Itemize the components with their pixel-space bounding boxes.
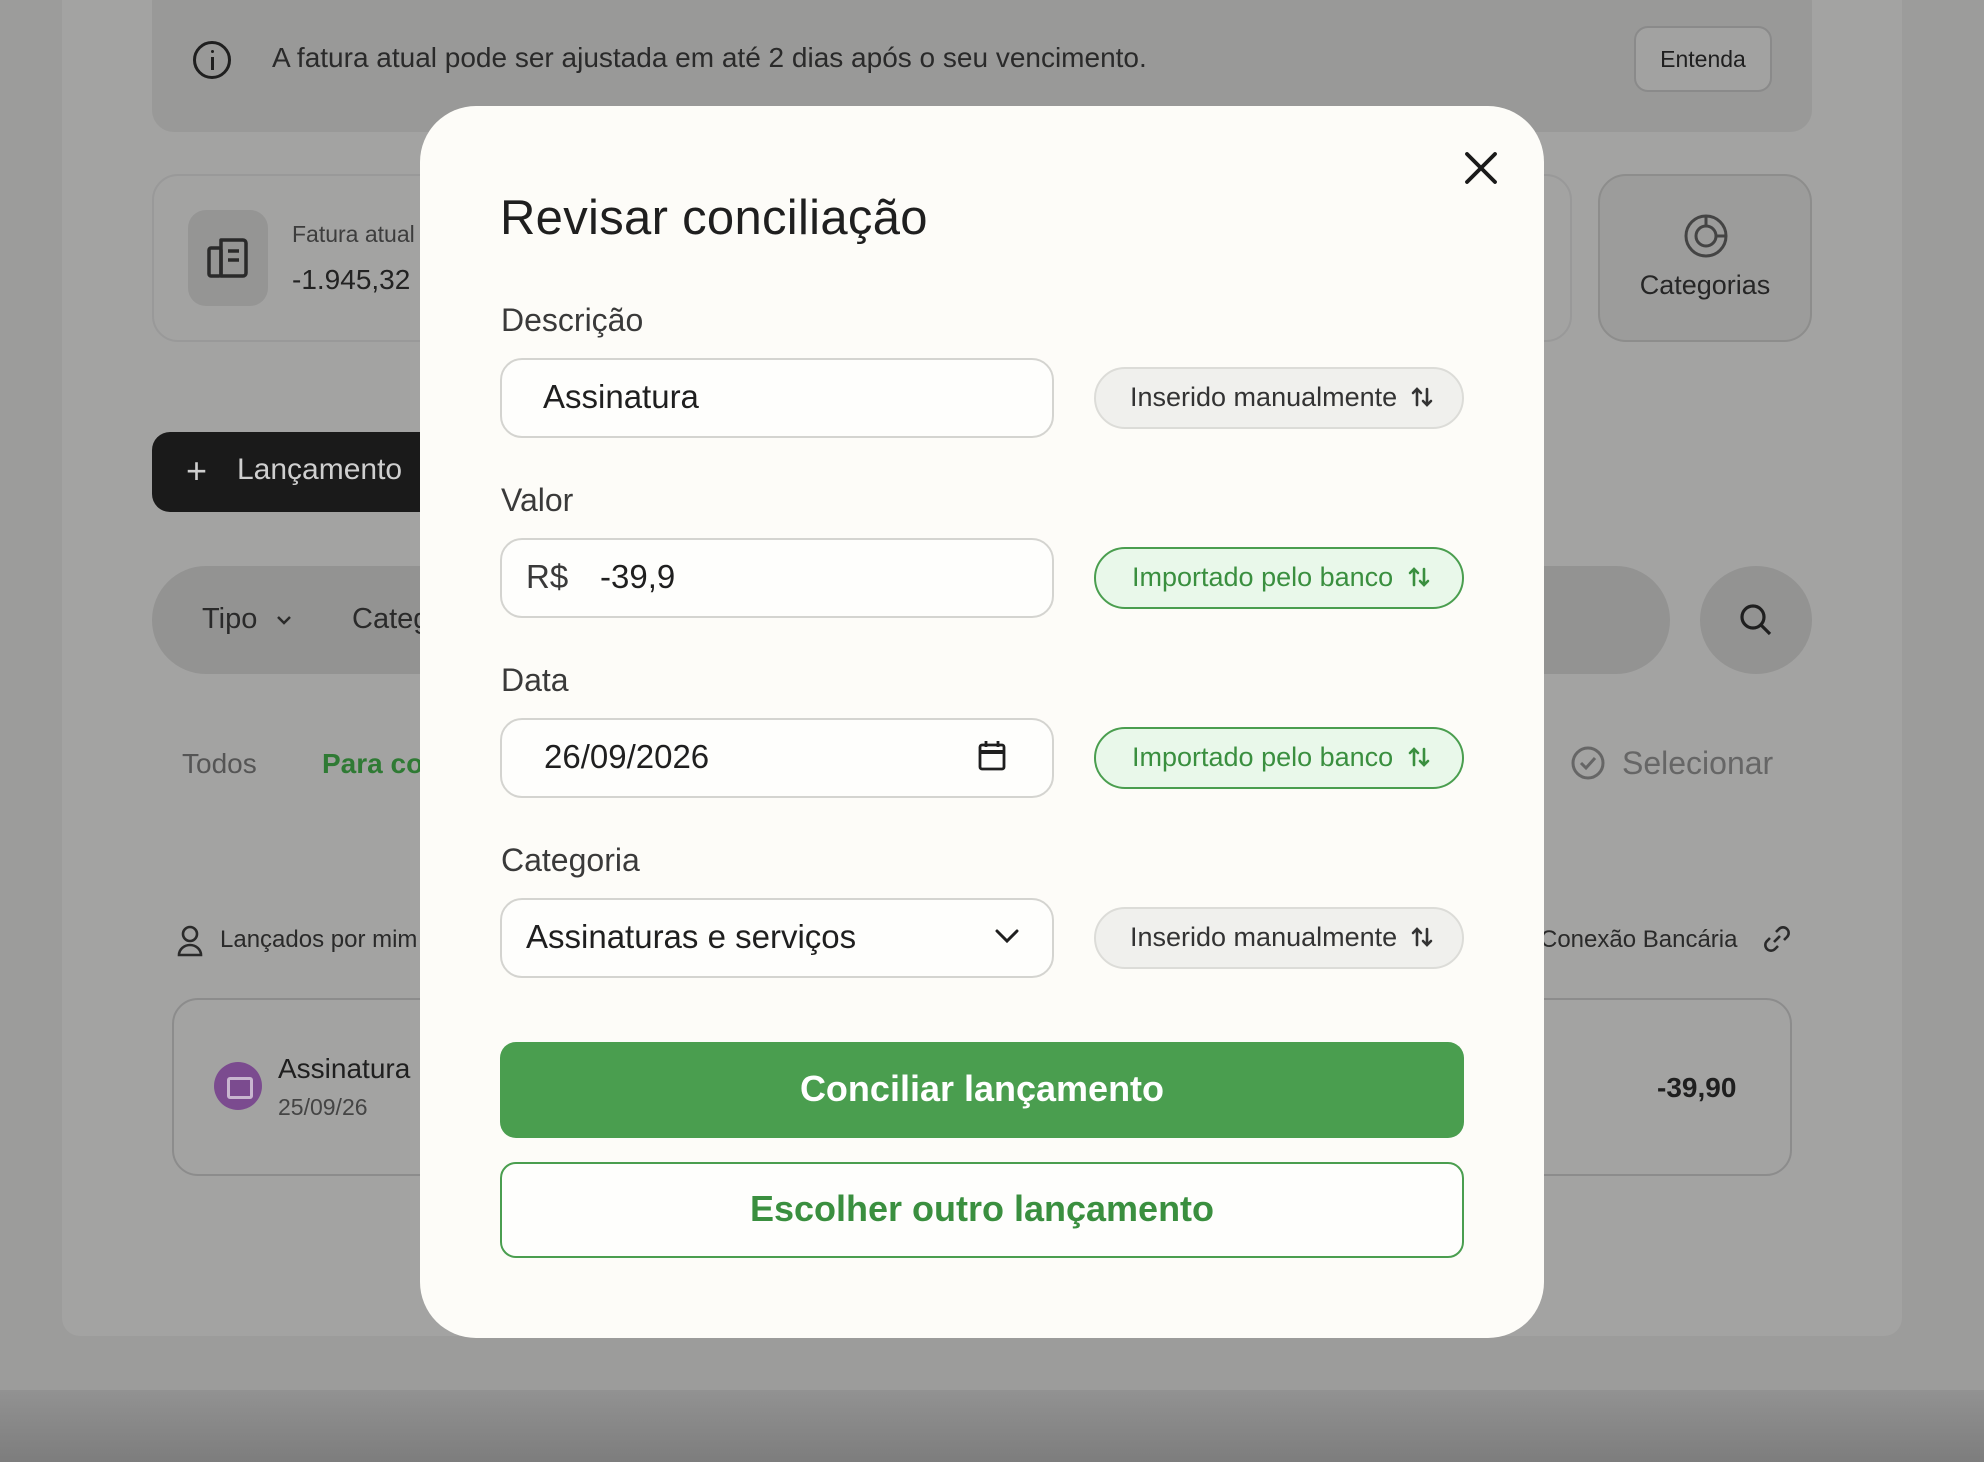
amount-label: Valor (501, 482, 574, 518)
chevron-down-icon (993, 926, 1021, 951)
swap-arrows-icon (1408, 745, 1430, 774)
transaction-date: 25/09/26 (278, 1094, 368, 1120)
plus-icon: + (186, 450, 208, 491)
modal-title: Revisar conciliação (500, 191, 928, 245)
user-icon (176, 925, 204, 962)
category-value: Assinaturas e serviços (526, 918, 857, 955)
calendar-icon[interactable] (978, 740, 1006, 777)
amount-field[interactable] (500, 538, 1054, 618)
categories-label: Categorias (1639, 270, 1771, 300)
posted-by-filter[interactable]: Lançados por mim (220, 926, 417, 954)
info-banner-text: A fatura atual pode ser ajustada em até … (272, 42, 1147, 73)
description-source-label: Inserido manualmente (1130, 382, 1398, 412)
chevron-down-icon (275, 611, 293, 634)
info-icon (193, 41, 231, 79)
date-value: 26/09/2026 (544, 738, 710, 775)
transaction-amount: -39,90 (1657, 1072, 1737, 1103)
amount-source-label: Importado pelo banco (1132, 562, 1394, 592)
invoice-icon (188, 210, 268, 306)
category-filter[interactable]: Categ (352, 603, 429, 636)
bank-connection-link[interactable]: Conexão Bancária (1540, 926, 1737, 954)
new-entry-label: Lançamento (237, 453, 403, 486)
swap-arrows-icon (1411, 925, 1433, 954)
type-filter[interactable]: Tipo (202, 603, 257, 636)
currency-prefix: R$ (526, 558, 569, 595)
tab-pending[interactable]: Para co (322, 748, 423, 780)
reconcile-button-label: Conciliar lançamento (799, 1068, 1165, 1109)
check-circle-icon (1570, 745, 1606, 786)
amount-value: -39,9 (600, 558, 676, 595)
subscription-category-icon (214, 1062, 262, 1110)
select-button[interactable]: Selecionar (1622, 745, 1773, 782)
choose-other-entry-label: Escolher outro lançamento (749, 1188, 1215, 1229)
date-label: Data (501, 662, 569, 698)
date-source-label: Importado pelo banco (1132, 742, 1394, 772)
close-button[interactable] (1455, 148, 1505, 192)
tab-all[interactable]: Todos (182, 748, 257, 780)
swap-arrows-icon (1408, 565, 1430, 594)
link-icon (1762, 924, 1792, 959)
invoice-value: -1.945,32 (292, 264, 411, 295)
search-button[interactable] (1700, 566, 1812, 674)
category-label: Categoria (501, 842, 640, 878)
pie-chart-icon (1682, 212, 1730, 265)
transaction-name: Assinatura (278, 1053, 411, 1084)
invoice-label: Fatura atual (292, 221, 415, 247)
close-icon (1465, 152, 1497, 184)
description-value: Assinatura (543, 378, 699, 415)
swap-arrows-icon (1411, 385, 1433, 414)
category-source-label: Inserido manualmente (1130, 922, 1398, 952)
understand-button[interactable]: Entenda (1634, 26, 1772, 92)
search-icon (1740, 604, 1772, 636)
bottom-shade (0, 1390, 1984, 1462)
description-label: Descrição (501, 302, 644, 338)
